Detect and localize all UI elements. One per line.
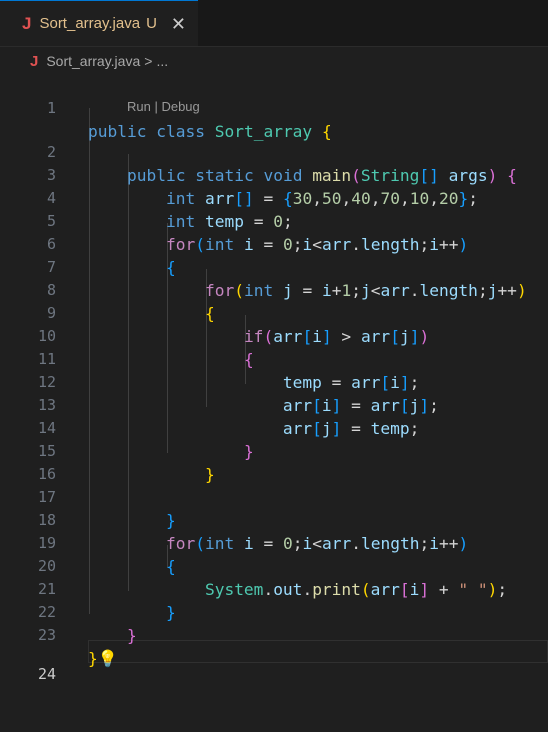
- code-line: 9 if(arr[i] > arr[j]): [0, 279, 548, 302]
- code-line: 14 }: [0, 394, 548, 417]
- code-line: 6 {: [0, 210, 548, 233]
- code-line: 8 {: [0, 256, 548, 279]
- code-line: 7 for(int j = i+1;j<arr.length;j++): [0, 233, 548, 256]
- line-number: 24: [0, 663, 56, 686]
- code-line: 2 public static void main(String[] args)…: [0, 118, 548, 141]
- code-line: 18 for(int i = 0;i<arr.length;i++): [0, 486, 548, 509]
- code-line: 4 int temp = 0;: [0, 164, 548, 187]
- code-line: 5 for(int i = 0;i<arr.length;i++): [0, 187, 548, 210]
- code-line: 21 }: [0, 555, 548, 578]
- code-line: 11 temp = arr[i];: [0, 325, 548, 348]
- untracked-badge: U: [146, 15, 157, 32]
- code-line: 22 }: [0, 578, 548, 601]
- code-line: 19 {: [0, 509, 548, 532]
- code-line: 16: [0, 440, 548, 463]
- tab-title: Sort_array.java: [39, 15, 140, 32]
- code-line: 15 }: [0, 417, 548, 440]
- code-line: 1 public class Sort_array {: [0, 74, 548, 97]
- codelens-run-debug[interactable]: Run | Debug: [127, 99, 200, 115]
- breadcrumb-file[interactable]: Sort_array.java: [46, 53, 140, 69]
- breadcrumb: J Sort_array.java > ...: [0, 47, 548, 75]
- tab-bar: J Sort_array.java U ✕: [0, 0, 548, 47]
- line-number: 1: [0, 97, 56, 120]
- code-line: 10 {: [0, 302, 548, 325]
- code-line: 20 System.out.print(arr[i] + " ");: [0, 532, 548, 555]
- code-editor[interactable]: Run | Debug 1 public class Sort_array { …: [0, 74, 548, 695]
- breadcrumb-more[interactable]: ...: [156, 53, 168, 69]
- code-line: 13 arr[j] = temp;: [0, 371, 548, 394]
- close-icon[interactable]: ✕: [171, 15, 186, 33]
- chevron-right-icon: >: [144, 53, 152, 69]
- editor-tab-sort-array[interactable]: J Sort_array.java U ✕: [0, 0, 198, 46]
- code-line: 24: [0, 640, 548, 663]
- code-line: 17 }: [0, 463, 548, 486]
- java-file-icon: J: [30, 53, 38, 70]
- java-file-icon: J: [22, 14, 31, 34]
- code-line: 3 int arr[] = {30,50,40,70,10,20};: [0, 141, 548, 164]
- code-line: 12 arr[i] = arr[j];: [0, 348, 548, 371]
- code-line: 23 }💡: [0, 601, 548, 624]
